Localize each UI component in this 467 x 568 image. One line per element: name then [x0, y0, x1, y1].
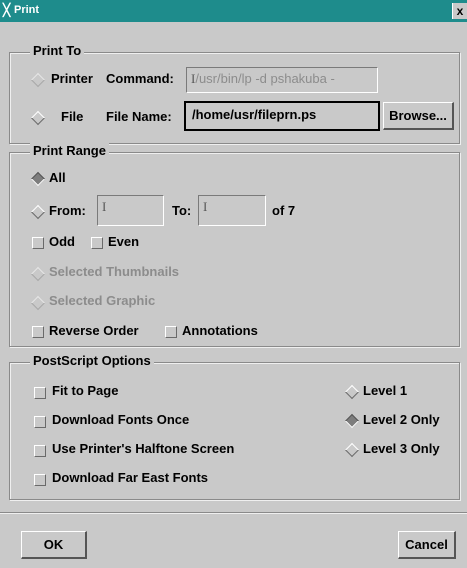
annotations-checkbox[interactable] — [165, 326, 177, 338]
halftone-screen-checkbox[interactable] — [34, 445, 46, 457]
selected-thumbnails-label[interactable]: Selected Thumbnails — [49, 264, 179, 280]
download-fonts-once-checkbox[interactable] — [34, 416, 46, 428]
from-label[interactable]: From: — [49, 203, 86, 219]
button-separator — [0, 512, 467, 514]
download-fonts-once-label[interactable]: Download Fonts Once — [52, 412, 189, 428]
print-range-group — [9, 152, 460, 347]
filename-field[interactable]: /home/usr/fileprn.ps — [184, 101, 380, 131]
halftone-screen-label[interactable]: Use Printer's Halftone Screen — [52, 441, 234, 457]
text-cursor-icon: I — [203, 199, 208, 214]
ok-button[interactable]: OK — [21, 531, 87, 559]
even-checkbox[interactable] — [91, 237, 103, 249]
fit-to-page-checkbox[interactable] — [34, 387, 46, 399]
window-title: Print — [14, 4, 40, 16]
command-label: Command: — [106, 71, 174, 86]
close-button[interactable]: x — [452, 3, 467, 19]
odd-label[interactable]: Odd — [49, 234, 75, 250]
reverse-order-checkbox[interactable] — [32, 326, 44, 338]
download-far-east-fonts-checkbox[interactable] — [34, 474, 46, 486]
from-field[interactable]: I — [97, 195, 164, 226]
selected-graphic-label[interactable]: Selected Graphic — [49, 293, 155, 309]
all-label[interactable]: All — [49, 170, 66, 186]
command-field[interactable]: I/usr/bin/lp -d pshakuba - — [186, 67, 378, 93]
level-1-label[interactable]: Level 1 — [363, 383, 407, 399]
to-field[interactable]: I — [198, 195, 266, 226]
level-3-label[interactable]: Level 3 Only — [363, 441, 440, 457]
odd-checkbox[interactable] — [32, 237, 44, 249]
annotations-label[interactable]: Annotations — [182, 323, 258, 339]
page-count-label: of 7 — [272, 203, 296, 218]
printer-label[interactable]: Printer — [51, 71, 93, 87]
download-far-east-fonts-label[interactable]: Download Far East Fonts — [52, 470, 208, 486]
postscript-options-legend: PostScript Options — [30, 353, 154, 368]
fit-to-page-label[interactable]: Fit to Page — [52, 383, 118, 399]
print-range-legend: Print Range — [30, 143, 109, 158]
even-label[interactable]: Even — [108, 234, 139, 250]
command-value: /usr/bin/lp -d pshakuba - — [195, 71, 335, 86]
browse-button[interactable]: Browse... — [383, 102, 454, 130]
title-bar[interactable]: ╳ Print x — [0, 0, 467, 22]
window-menu-icon[interactable]: ╳ — [3, 4, 10, 16]
text-cursor-icon: I — [102, 199, 107, 214]
reverse-order-label[interactable]: Reverse Order — [49, 323, 139, 339]
file-label[interactable]: File — [61, 109, 83, 125]
print-to-legend: Print To — [30, 43, 85, 58]
to-label: To: — [172, 203, 192, 218]
filename-label: File Name: — [106, 109, 172, 124]
level-2-label[interactable]: Level 2 Only — [363, 412, 440, 428]
cancel-button[interactable]: Cancel — [398, 531, 456, 559]
